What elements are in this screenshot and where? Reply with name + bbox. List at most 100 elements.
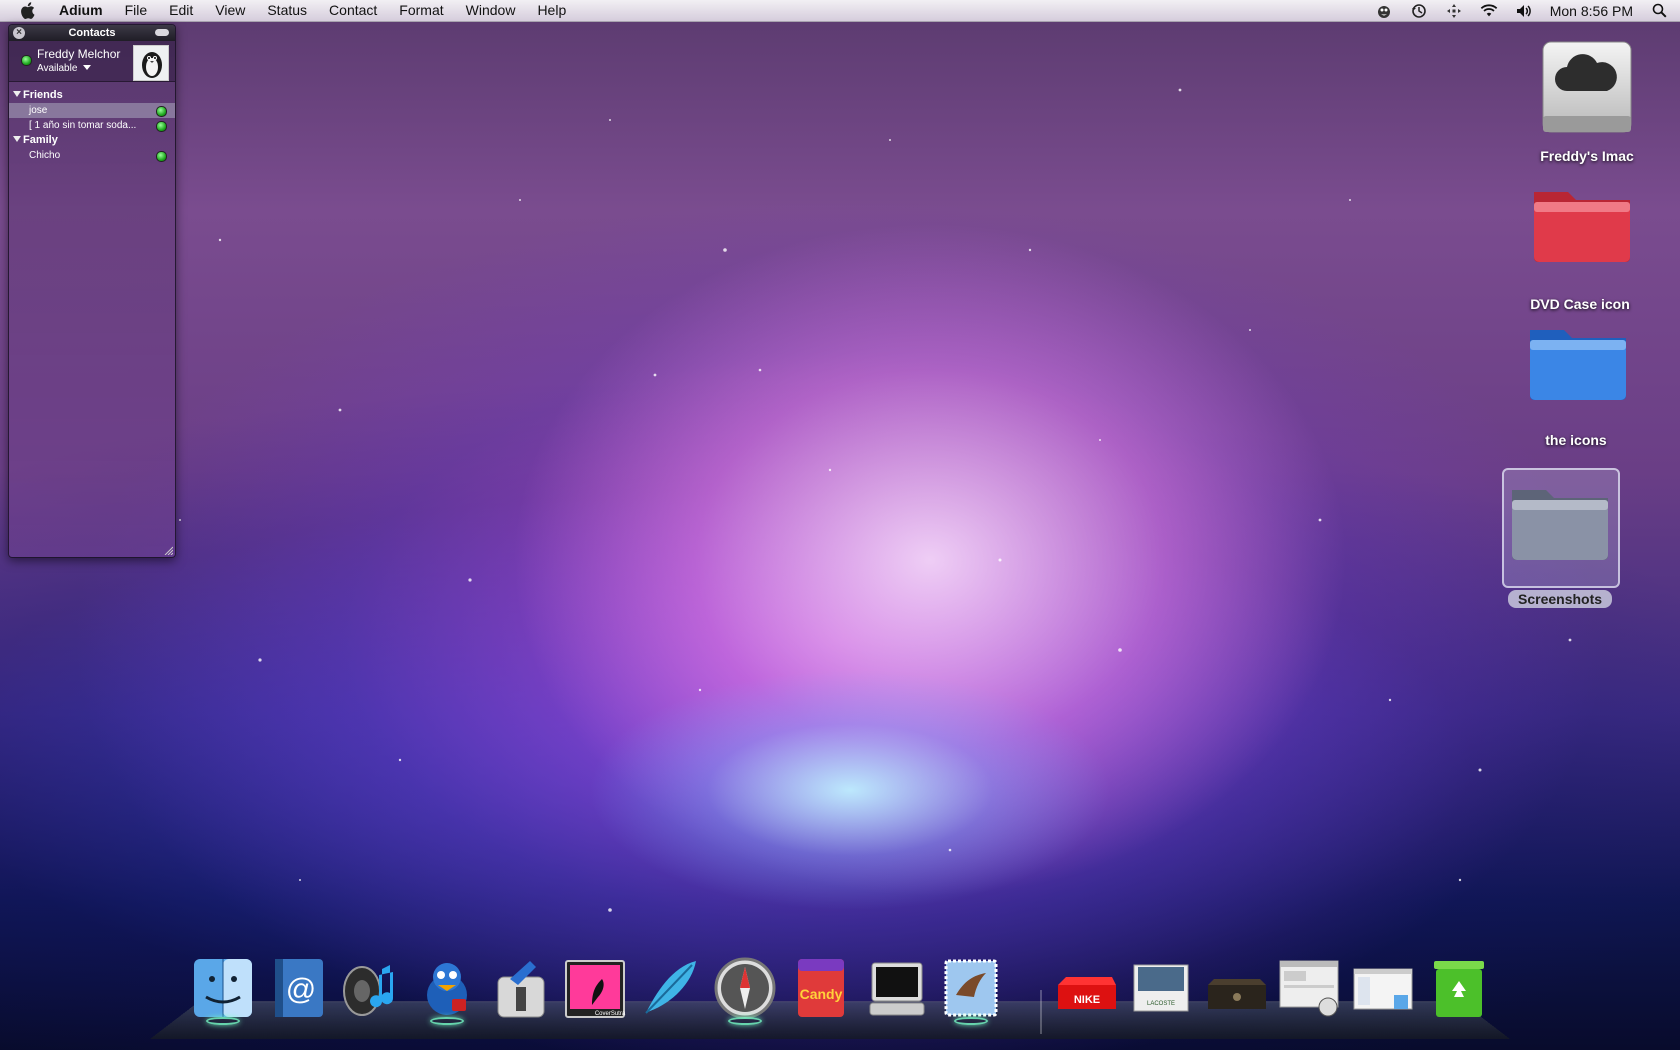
nike-box-icon: NIKE [1058, 977, 1116, 1009]
buddy-name: jose [29, 105, 48, 116]
dock-item-nike-box[interactable]: NIKE [1054, 955, 1120, 1025]
svg-text:Candy: Candy [800, 986, 843, 1002]
penguin-avatar-icon [134, 46, 168, 80]
running-indicator [430, 1017, 464, 1025]
folder-icon [1534, 192, 1630, 262]
system-preferences-icon [497, 961, 545, 1018]
desktop-icon-the-icons[interactable]: the icons [1518, 318, 1642, 458]
desktop-icon-label: Screenshots [1508, 590, 1613, 608]
dock-item-adium[interactable] [414, 955, 480, 1025]
avatar[interactable] [133, 45, 169, 81]
desktop-icon-dvd-case-icon[interactable]: DVD Case icon [1518, 180, 1642, 320]
menu-status[interactable]: Status [256, 0, 318, 21]
dock-item-system-preferences[interactable] [488, 955, 554, 1025]
running-indicator [728, 1017, 762, 1025]
dock-item-dark-box[interactable] [1204, 955, 1270, 1025]
coversutra-icon: CoverSutra [565, 960, 626, 1018]
dock-item-trash[interactable] [1426, 955, 1492, 1025]
folder-icon [1530, 330, 1626, 400]
buddy-row[interactable]: jose [9, 103, 175, 118]
hard-drive-icon [1542, 41, 1632, 133]
dock-item-itunes[interactable] [338, 955, 404, 1025]
spotlight-search-icon[interactable] [1650, 2, 1668, 20]
adium-icon [427, 963, 467, 1015]
menu-file[interactable]: File [114, 0, 159, 21]
wifi-icon[interactable] [1480, 2, 1498, 20]
menubar-clock[interactable]: Mon 8:56 PM [1550, 3, 1633, 19]
svg-text:LACOSTE: LACOSTE [1147, 1001, 1175, 1007]
dock-item-finder-window[interactable] [1350, 955, 1416, 1025]
desktop-icon-label: DVD Case icon [1530, 296, 1630, 312]
menu-help[interactable]: Help [526, 0, 577, 21]
close-button[interactable]: × [13, 27, 25, 39]
candybar-icon: Candy [798, 959, 844, 1017]
dock-item-address-book[interactable]: @ [265, 955, 331, 1025]
dock-item-safari[interactable] [712, 955, 778, 1025]
svg-text:NIKE: NIKE [1074, 994, 1100, 1006]
buddy-name: [ 1 año sin tomar soda... [29, 120, 137, 131]
address-book-icon: @ [275, 959, 323, 1017]
volume-icon[interactable] [1515, 2, 1533, 20]
terminal-icon [869, 962, 925, 1016]
group-header-family[interactable]: Family [9, 133, 175, 148]
contacts-title-bar[interactable]: × Contacts [9, 25, 175, 41]
contacts-window-title: Contacts [68, 27, 116, 39]
lacoste-box-icon: LACOSTE [1133, 964, 1189, 1012]
window-preview-icon [1279, 960, 1339, 1017]
dock-item-finder[interactable] [190, 955, 256, 1025]
disclosure-triangle-icon[interactable] [13, 91, 21, 97]
resize-grip-icon[interactable] [163, 545, 173, 555]
menu-format[interactable]: Format [388, 0, 454, 21]
quill-icon [645, 961, 696, 1014]
safari-icon [714, 957, 776, 1019]
dock-item-terminal[interactable] [864, 955, 930, 1025]
dock-item-candybar[interactable]: Candy [788, 955, 854, 1025]
buddy-name: Chicho [29, 150, 61, 161]
dock-item-quill[interactable] [636, 955, 702, 1025]
dock-item-coversutra[interactable]: CoverSutra [562, 955, 628, 1025]
starfield [179, 88, 1572, 912]
desktop-icon-screenshots[interactable]: Screenshots [1500, 468, 1624, 610]
disclosure-triangle-icon[interactable] [13, 136, 21, 142]
finder-icon [194, 959, 252, 1017]
group-name: Friends [23, 89, 63, 101]
mail-icon [944, 959, 998, 1017]
buddy-row[interactable]: [ 1 año sin tomar soda... [9, 118, 175, 133]
online-status-icon [156, 121, 167, 132]
itunes-icon [343, 965, 394, 1016]
desktop-icon-label: Freddy's Imac [1540, 148, 1634, 164]
account-name[interactable]: Freddy Melchor [37, 47, 120, 61]
dock-item-lacoste-box[interactable]: LACOSTE [1128, 955, 1194, 1025]
collapse-button[interactable] [155, 29, 169, 36]
adium-duck-icon[interactable] [1375, 2, 1393, 20]
svg-text:@: @ [286, 973, 316, 1006]
svg-text:CoverSutra: CoverSutra [595, 1011, 626, 1017]
account-status-selector[interactable]: Available [37, 63, 92, 74]
menu-contact[interactable]: Contact [318, 0, 388, 21]
online-status-icon [156, 106, 167, 117]
menu-view[interactable]: View [204, 0, 256, 21]
dock-item-mail[interactable] [938, 955, 1004, 1025]
menu-app-name[interactable]: Adium [48, 0, 114, 21]
buddy-row[interactable]: Chicho [9, 148, 175, 163]
apple-logo-icon[interactable] [18, 2, 36, 20]
online-status-icon [156, 151, 167, 162]
menu-extras: Mon 8:56 PM [1375, 0, 1668, 21]
contacts-window[interactable]: × Contacts Freddy Melchor Available Frie… [8, 24, 176, 558]
trash-icon [1434, 961, 1484, 1017]
spaces-icon[interactable] [1445, 2, 1463, 20]
finder-window-icon [1353, 968, 1413, 1010]
group-name: Family [23, 134, 58, 146]
folder-icon [1512, 490, 1608, 560]
menu-bar: Adium File Edit View Status Contact Form… [0, 0, 1680, 22]
dock-item-window-preview[interactable] [1276, 955, 1342, 1025]
menu-edit[interactable]: Edit [158, 0, 204, 21]
running-indicator [954, 1017, 988, 1025]
time-machine-icon[interactable] [1410, 2, 1428, 20]
desktop-icon-freddys-imac[interactable]: Freddy's Imac [1532, 36, 1642, 166]
group-header-friends[interactable]: Friends [9, 88, 175, 103]
menu-window[interactable]: Window [455, 0, 527, 21]
dock-separator [1040, 990, 1042, 1034]
account-header: Freddy Melchor Available [9, 41, 175, 82]
desktop-icon-label: the icons [1545, 432, 1607, 448]
